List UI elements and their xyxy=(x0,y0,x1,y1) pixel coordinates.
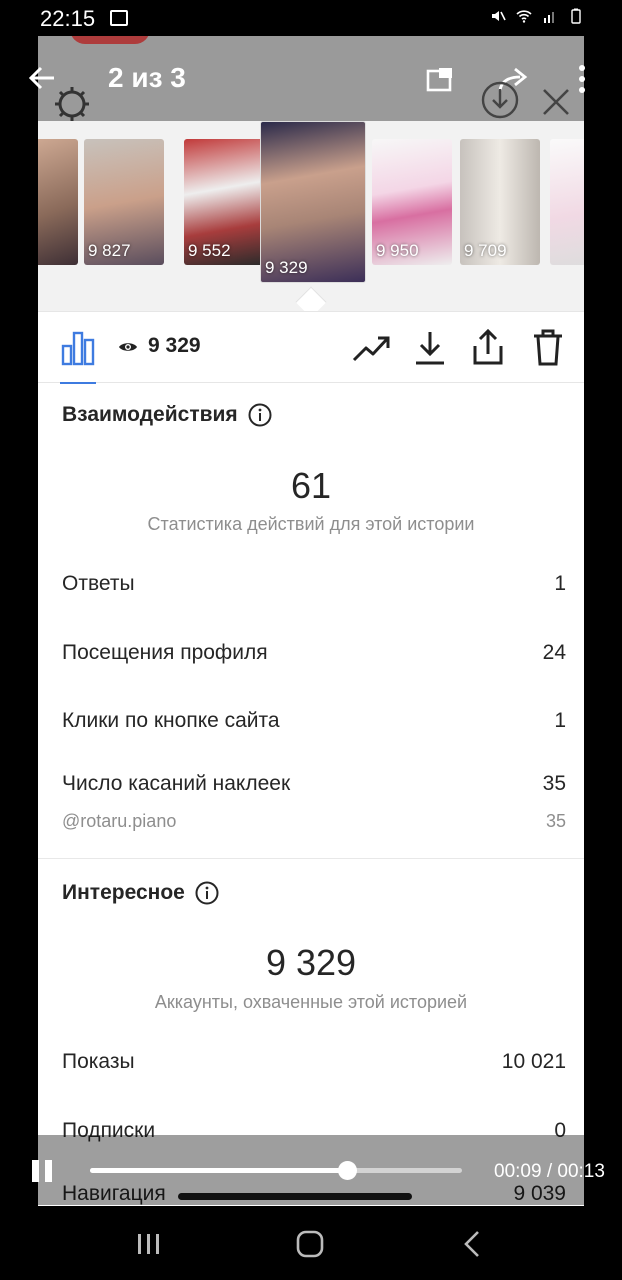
android-navigation-bar xyxy=(0,1206,622,1280)
info-icon[interactable] xyxy=(248,403,272,427)
share-upload-icon[interactable] xyxy=(472,328,504,366)
story-thumbnail[interactable]: 9 709 xyxy=(460,139,540,265)
trending-icon[interactable] xyxy=(352,334,390,364)
thumbnail-views: 9 329 xyxy=(265,258,308,277)
metric-row-sticker-taps: Число касаний наклеек 35 xyxy=(62,772,566,796)
playback-time: 00:09 / 00:13 xyxy=(494,1161,605,1182)
battery-icon xyxy=(571,8,581,24)
metric-label: Число касаний наклеек xyxy=(62,772,291,795)
reach-caption: Аккаунты, охваченные этой историей xyxy=(154,992,468,1012)
metric-row-impressions: Показы 10 021 xyxy=(62,1050,566,1074)
story-thumbnail[interactable]: 9 827 xyxy=(84,139,164,265)
pause-icon[interactable] xyxy=(30,1159,54,1183)
picture-in-picture-icon[interactable] xyxy=(426,66,454,92)
thumbnail-views: 9 709 xyxy=(464,241,507,260)
story-thumbnail[interactable]: 797 xyxy=(38,139,78,265)
download-circle-icon xyxy=(481,81,519,119)
close-icon xyxy=(543,89,569,115)
interactions-caption: Статистика действий для этой истории xyxy=(147,514,475,534)
metric-row-profile-visits: Посещения профиля 24 xyxy=(62,641,566,665)
recorded-home-indicator xyxy=(178,1193,412,1200)
trash-icon[interactable] xyxy=(532,328,564,366)
section-divider xyxy=(38,858,584,859)
info-icon[interactable] xyxy=(195,881,219,905)
video-viewer-toolbar: 2 из 3 xyxy=(0,36,622,122)
recent-apps-icon[interactable] xyxy=(136,1232,162,1256)
metric-value: 24 xyxy=(542,641,566,664)
interactions-title: Взаимодействия xyxy=(62,403,238,426)
back-icon[interactable] xyxy=(462,1230,482,1258)
video-frame: 14:43 797 9 827 9 552 9 329 9 950 9 709 xyxy=(38,36,584,1206)
page-counter: 2 из 3 xyxy=(108,62,186,93)
interactions-total: 61 xyxy=(290,465,332,506)
signal-icon xyxy=(544,12,554,23)
discovery-title: Интересное xyxy=(62,881,185,904)
status-icons xyxy=(490,8,584,24)
metric-row-website-clicks: Клики по кнопке сайта 1 xyxy=(62,709,566,733)
story-thumbnail[interactable]: 9 552 xyxy=(184,139,264,265)
status-time: 22:15 xyxy=(40,6,96,31)
story-thumbnail-active[interactable]: 9 329 xyxy=(260,121,366,283)
bar-chart-icon[interactable] xyxy=(60,330,96,366)
seek-bar-progress xyxy=(90,1168,348,1173)
story-thumbnail-strip[interactable]: 797 9 827 9 552 9 329 9 950 9 709 xyxy=(38,121,584,311)
views-count: 9 329 xyxy=(148,334,201,357)
thumbnail-views: 9 552 xyxy=(188,241,231,260)
metric-sub-value: 35 xyxy=(545,811,566,831)
gallery-notification-icon xyxy=(110,10,128,26)
metric-label: Ответы xyxy=(62,572,135,595)
more-options-icon[interactable] xyxy=(576,64,588,94)
reach-total: 9 329 xyxy=(265,942,357,983)
metric-subrow-sticker-handle: @rotaru.piano 35 xyxy=(62,811,566,832)
story-thumbnail[interactable]: 9 950 xyxy=(372,139,452,265)
metric-sub-label: @rotaru.piano xyxy=(62,811,177,831)
discovery-section-title: Интересное xyxy=(62,881,219,905)
metric-label: Клики по кнопке сайта xyxy=(62,709,280,732)
gear-icon xyxy=(55,87,89,121)
seek-bar[interactable] xyxy=(90,1161,462,1180)
metric-row-replies: Ответы 1 xyxy=(62,572,566,596)
eye-icon xyxy=(119,343,137,351)
metric-label: Посещения профиля xyxy=(62,641,268,664)
download-icon[interactable] xyxy=(414,330,446,366)
metric-value: 1 xyxy=(554,709,566,732)
video-controls: 00:09 / 00:13 xyxy=(0,1135,622,1207)
metric-value: 1 xyxy=(554,572,566,595)
interactions-section-title: Взаимодействия xyxy=(62,403,272,427)
thumbnail-views: 9 827 xyxy=(88,241,131,260)
metric-label: Показы xyxy=(62,1050,135,1073)
home-icon[interactable] xyxy=(296,1230,324,1258)
story-thumbnail[interactable] xyxy=(550,139,584,265)
metric-value: 35 xyxy=(542,772,566,795)
active-tab-indicator xyxy=(60,382,96,384)
metric-value: 10 021 xyxy=(501,1050,566,1073)
thumbnail-views: 9 950 xyxy=(376,241,419,260)
system-status-bar: 22:15 xyxy=(0,0,622,36)
story-insights-toolbar: 9 329 xyxy=(38,311,584,384)
wifi-icon xyxy=(516,10,532,23)
mute-icon xyxy=(492,11,506,21)
